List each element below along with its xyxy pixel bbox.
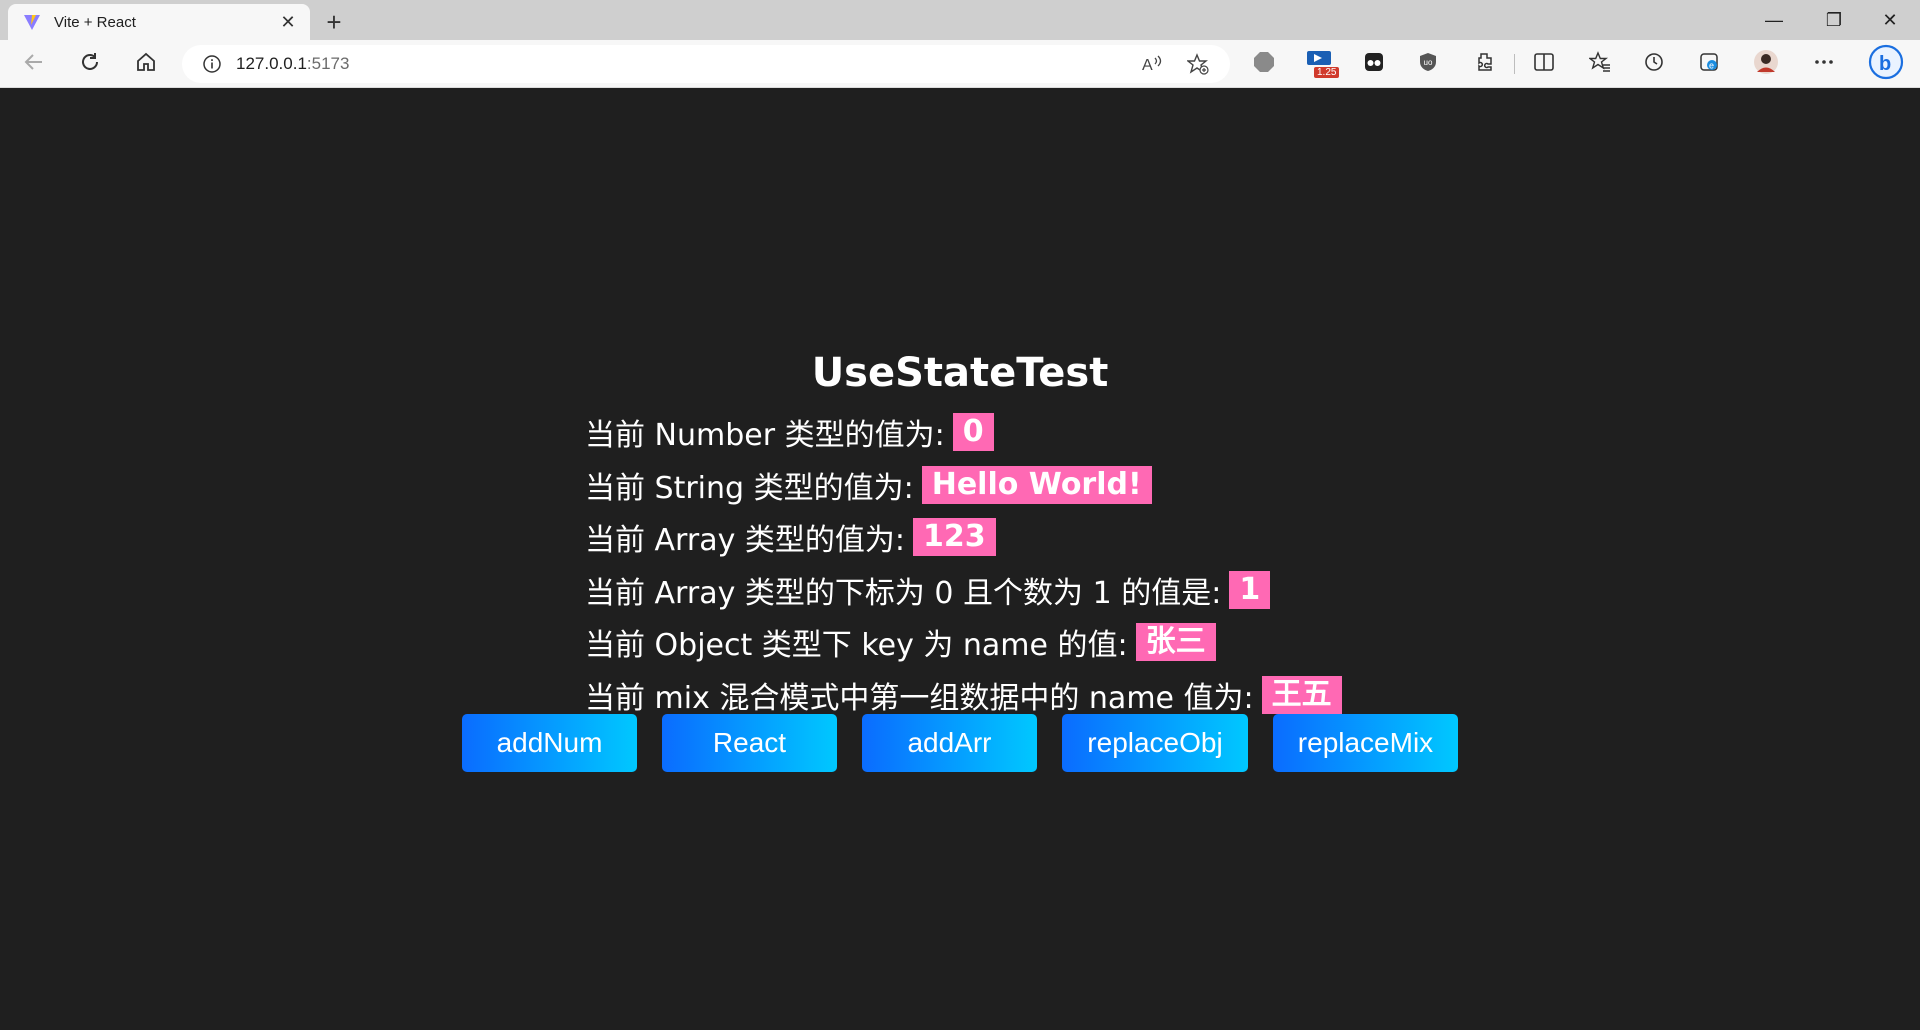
- collections-button[interactable]: e: [1692, 48, 1728, 80]
- more-icon: [1813, 51, 1835, 78]
- object-state-line: 当前 Object 类型下 key 为 name 的值: 张三: [585, 616, 1342, 669]
- url-text[interactable]: 127.0.0.1:5173: [236, 54, 1230, 74]
- replace-mix-button[interactable]: replaceMix: [1273, 714, 1458, 772]
- extension-button-4[interactable]: uo: [1410, 48, 1446, 80]
- bing-button[interactable]: b: [1866, 44, 1906, 80]
- info-icon[interactable]: [200, 52, 224, 76]
- array-index-state-line: 当前 Array 类型的下标为 0 且个数为 1 的值是: 1: [585, 564, 1342, 617]
- toolbar-divider: [1514, 54, 1515, 74]
- add-arr-button[interactable]: addArr: [862, 714, 1037, 772]
- home-icon: [135, 51, 157, 78]
- action-buttons: addNum React addArr replaceObj replaceMi…: [462, 714, 1483, 772]
- split-screen-icon: [1533, 51, 1555, 78]
- svg-text:uo: uo: [1424, 58, 1433, 67]
- react-button[interactable]: React: [662, 714, 837, 772]
- extensions-button[interactable]: [1466, 48, 1502, 80]
- line-label: 当前 mix 混合模式中第一组数据中的 name 值为:: [585, 680, 1254, 716]
- tab-strip: Vite + React ✕ + — ❐ ✕: [0, 0, 1920, 40]
- more-button[interactable]: [1806, 48, 1842, 80]
- extension-badge: 1.25: [1314, 67, 1340, 78]
- number-state-line: 当前 Number 类型的值为: 0: [585, 406, 1342, 459]
- extension-button-1[interactable]: [1246, 48, 1282, 80]
- home-button[interactable]: [128, 48, 164, 80]
- favorites-button[interactable]: [1582, 48, 1618, 80]
- extensions-icon: [1473, 51, 1495, 78]
- glasses-icon: [1363, 51, 1385, 78]
- refresh-button[interactable]: [72, 48, 108, 80]
- array-state-line: 当前 Array 类型的值为: 123: [585, 511, 1342, 564]
- close-window-button[interactable]: ✕: [1862, 0, 1918, 40]
- shield-icon: uo: [1417, 51, 1439, 78]
- new-tab-button[interactable]: +: [318, 6, 350, 38]
- line-label: 当前 Number 类型的值为:: [585, 418, 945, 454]
- playback-speed-icon: 1.25: [1306, 50, 1340, 78]
- replace-obj-button[interactable]: replaceObj: [1062, 714, 1248, 772]
- svg-text:A: A: [1142, 57, 1153, 74]
- browser-toolbar: 127.0.0.1:5173 A 1.25 uo e b: [0, 40, 1920, 88]
- line-label: 当前 Array 类型的下标为 0 且个数为 1 的值是:: [585, 575, 1222, 611]
- line-label: 当前 Object 类型下 key 为 name 的值:: [585, 628, 1128, 664]
- octagon-icon: [1253, 51, 1275, 78]
- restore-button[interactable]: ❐: [1806, 0, 1862, 40]
- line-value: 0: [952, 413, 994, 452]
- collections-icon: e: [1699, 51, 1721, 78]
- back-arrow-icon: [23, 51, 45, 78]
- profile-avatar: [1753, 49, 1779, 80]
- line-label: 当前 Array 类型的值为:: [585, 523, 905, 559]
- string-state-line: 当前 String 类型的值为: Hello World!: [585, 459, 1342, 512]
- bing-icon: b: [1868, 44, 1904, 85]
- add-favorite-icon[interactable]: [1182, 49, 1214, 79]
- page-title: UseStateTest: [811, 350, 1109, 396]
- line-value: 123: [912, 518, 996, 557]
- tab-title: Vite + React: [54, 13, 136, 31]
- history-icon: [1643, 51, 1665, 78]
- line-label: 当前 String 类型的值为:: [585, 470, 914, 506]
- back-button[interactable]: [16, 48, 52, 80]
- svg-text:e: e: [1709, 60, 1714, 70]
- extension-button-2[interactable]: 1.25: [1302, 48, 1340, 80]
- line-value: Hello World!: [921, 465, 1152, 504]
- refresh-icon: [79, 51, 101, 78]
- line-value: 张三: [1135, 623, 1216, 662]
- extension-button-3[interactable]: [1356, 48, 1392, 80]
- split-screen-button[interactable]: [1526, 48, 1562, 80]
- favorites-icon: [1587, 50, 1611, 78]
- vite-logo-icon: [22, 12, 42, 32]
- profile-button[interactable]: [1748, 48, 1784, 80]
- line-value: 1: [1229, 570, 1271, 609]
- read-aloud-icon[interactable]: A: [1136, 49, 1168, 79]
- address-bar[interactable]: 127.0.0.1:5173 A: [182, 45, 1230, 83]
- url-port: :5173: [306, 54, 350, 73]
- tab-close-icon[interactable]: ✕: [276, 10, 300, 34]
- browser-tab[interactable]: Vite + React ✕: [8, 4, 310, 40]
- line-value: 王五: [1261, 675, 1342, 714]
- svg-text:b: b: [1879, 53, 1891, 75]
- add-num-button[interactable]: addNum: [462, 714, 637, 772]
- page-viewport: UseStateTest 当前 Number 类型的值为: 0 当前 Strin…: [0, 88, 1920, 1030]
- minimize-button[interactable]: —: [1746, 0, 1802, 40]
- url-host: 127.0.0.1: [236, 54, 307, 73]
- state-values-list: 当前 Number 类型的值为: 0 当前 String 类型的值为: Hell…: [585, 406, 1342, 721]
- history-button[interactable]: [1636, 48, 1672, 80]
